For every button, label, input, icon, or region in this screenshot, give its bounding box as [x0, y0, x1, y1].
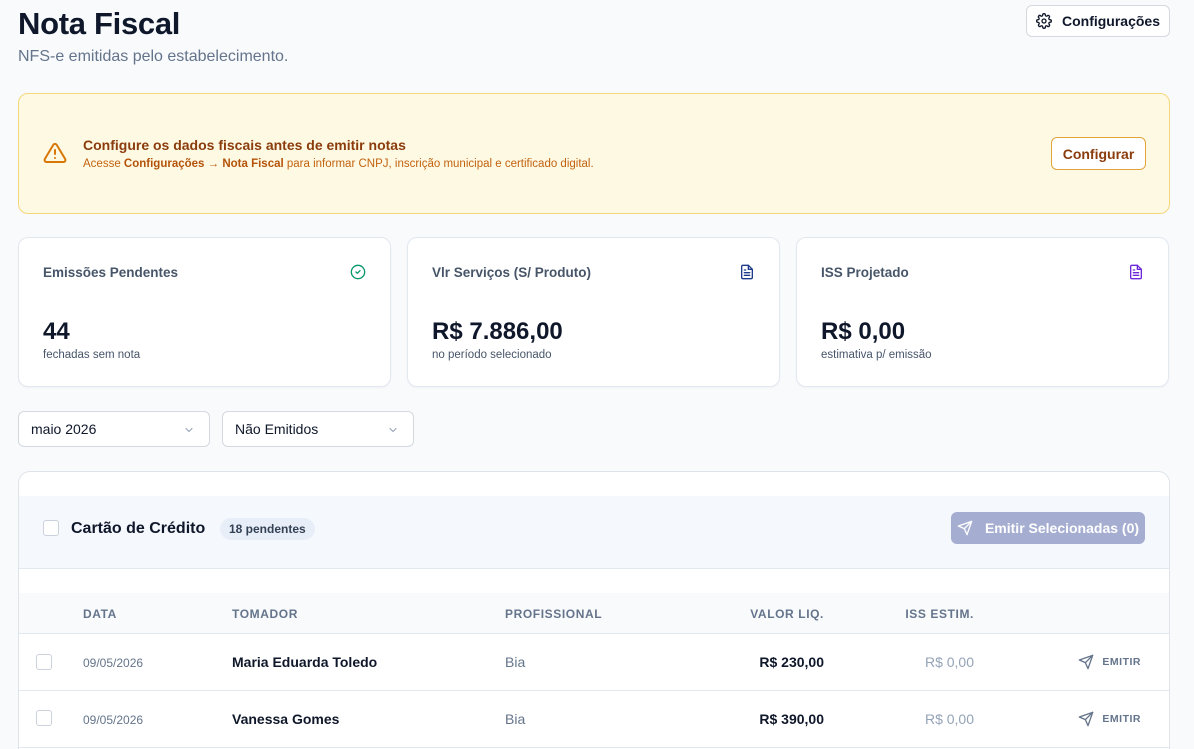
- chevron-down-icon: [389, 427, 397, 433]
- pending-badge: 18 pendentes: [220, 518, 315, 540]
- emit-button[interactable]: EMITIR: [1078, 711, 1141, 727]
- gear-icon: [1036, 13, 1052, 29]
- emit-selected-label: Emitir Selecionadas (0): [984, 520, 1140, 536]
- row-profissional: Bia: [505, 654, 526, 670]
- page-title: Nota Fiscal: [18, 6, 181, 41]
- kpi-value: R$ 7.886,00: [432, 318, 563, 345]
- emit-button[interactable]: EMITIR: [1078, 654, 1141, 670]
- period-select-value: maio 2026: [31, 421, 97, 437]
- period-select[interactable]: maio 2026: [18, 411, 210, 447]
- group-title: Cartão de Crédito: [71, 520, 206, 537]
- fiscal-config-alert: Configure os dados fiscais antes de emit…: [18, 93, 1170, 214]
- kpi-value: R$ 0,00: [821, 318, 906, 345]
- row-checkbox[interactable]: [36, 654, 52, 670]
- kpi-caption: fechadas sem nota: [43, 349, 141, 361]
- row-date: 09/05/2026: [83, 713, 144, 727]
- alert-description: Acesse Configurações → Nota Fiscal para …: [83, 158, 594, 170]
- column-header-date: DATA: [83, 607, 117, 621]
- configure-button[interactable]: Configurar: [1051, 137, 1146, 170]
- check-circle-icon: [350, 264, 366, 280]
- send-icon: [1079, 654, 1094, 670]
- kpi-card-services: Vlr Serviços (S/ Produto) R$ 7.886,00 no…: [407, 237, 780, 387]
- kpi-card-pending: Emissões Pendentes 44 fechadas sem nota: [18, 237, 391, 387]
- column-header-tomador: TOMADOR: [232, 607, 298, 621]
- payment-group-header: Cartão de Crédito 18 pendentes Emitir Se…: [19, 496, 1169, 569]
- status-select-value: Não Emitidos: [235, 421, 319, 437]
- row-iss: R$ 0,00: [924, 711, 974, 727]
- kpi-card-iss: ISS Projetado R$ 0,00 estimativa p/ emis…: [796, 237, 1169, 387]
- table-row: 09/05/2026 Maria Eduarda Toledo Bia R$ 2…: [19, 634, 1169, 691]
- table-header: DATA TOMADOR PROFISSIONAL VALOR LIQ. ISS…: [19, 593, 1169, 634]
- chevron-down-icon: [185, 427, 193, 433]
- invoice-table-card: Cartão de Crédito 18 pendentes Emitir Se…: [18, 471, 1170, 749]
- row-tomador: Vanessa Gomes: [232, 711, 340, 727]
- send-icon: [1079, 711, 1094, 727]
- kpi-caption: estimativa p/ emissão: [821, 349, 932, 361]
- row-iss: R$ 0,00: [924, 654, 974, 670]
- warning-icon: [43, 142, 67, 163]
- row-tomador: Maria Eduarda Toledo: [232, 654, 378, 670]
- column-header-valor: VALOR LIQ.: [750, 607, 824, 621]
- emit-selected-button[interactable]: Emitir Selecionadas (0): [951, 512, 1145, 544]
- document-icon: [741, 264, 753, 280]
- status-select[interactable]: Não Emitidos: [222, 411, 414, 447]
- alert-title: Configure os dados fiscais antes de emit…: [83, 137, 406, 153]
- kpi-label: Vlr Serviços (S/ Produto): [432, 265, 592, 280]
- column-header-profissional: PROFISSIONAL: [505, 607, 603, 621]
- row-valor: R$ 390,00: [759, 711, 824, 727]
- settings-button[interactable]: Configurações: [1026, 5, 1170, 37]
- kpi-caption: no período selecionado: [432, 349, 552, 361]
- row-date: 09/05/2026: [83, 656, 144, 670]
- send-icon: [957, 520, 973, 536]
- row-valor: R$ 230,00: [759, 654, 824, 670]
- kpi-value: 44: [43, 318, 70, 345]
- page-subtitle: NFS-e emitidas pelo estabelecimento.: [18, 48, 289, 65]
- settings-button-label: Configurações: [1061, 13, 1160, 29]
- table-row: 09/05/2026 Vanessa Gomes Bia R$ 390,00 R…: [19, 691, 1169, 748]
- row-profissional: Bia: [505, 711, 526, 727]
- row-checkbox[interactable]: [36, 710, 52, 726]
- emit-label: EMITIR: [1102, 713, 1141, 725]
- kpi-label: Emissões Pendentes: [43, 265, 179, 280]
- document-icon: [1130, 264, 1142, 280]
- emit-label: EMITIR: [1102, 656, 1141, 668]
- column-header-iss: ISS ESTIM.: [905, 607, 974, 621]
- kpi-label: ISS Projetado: [821, 265, 909, 280]
- select-all-checkbox[interactable]: [43, 520, 59, 536]
- alert-settings-path: Configurações → Nota Fiscal: [123, 158, 284, 170]
